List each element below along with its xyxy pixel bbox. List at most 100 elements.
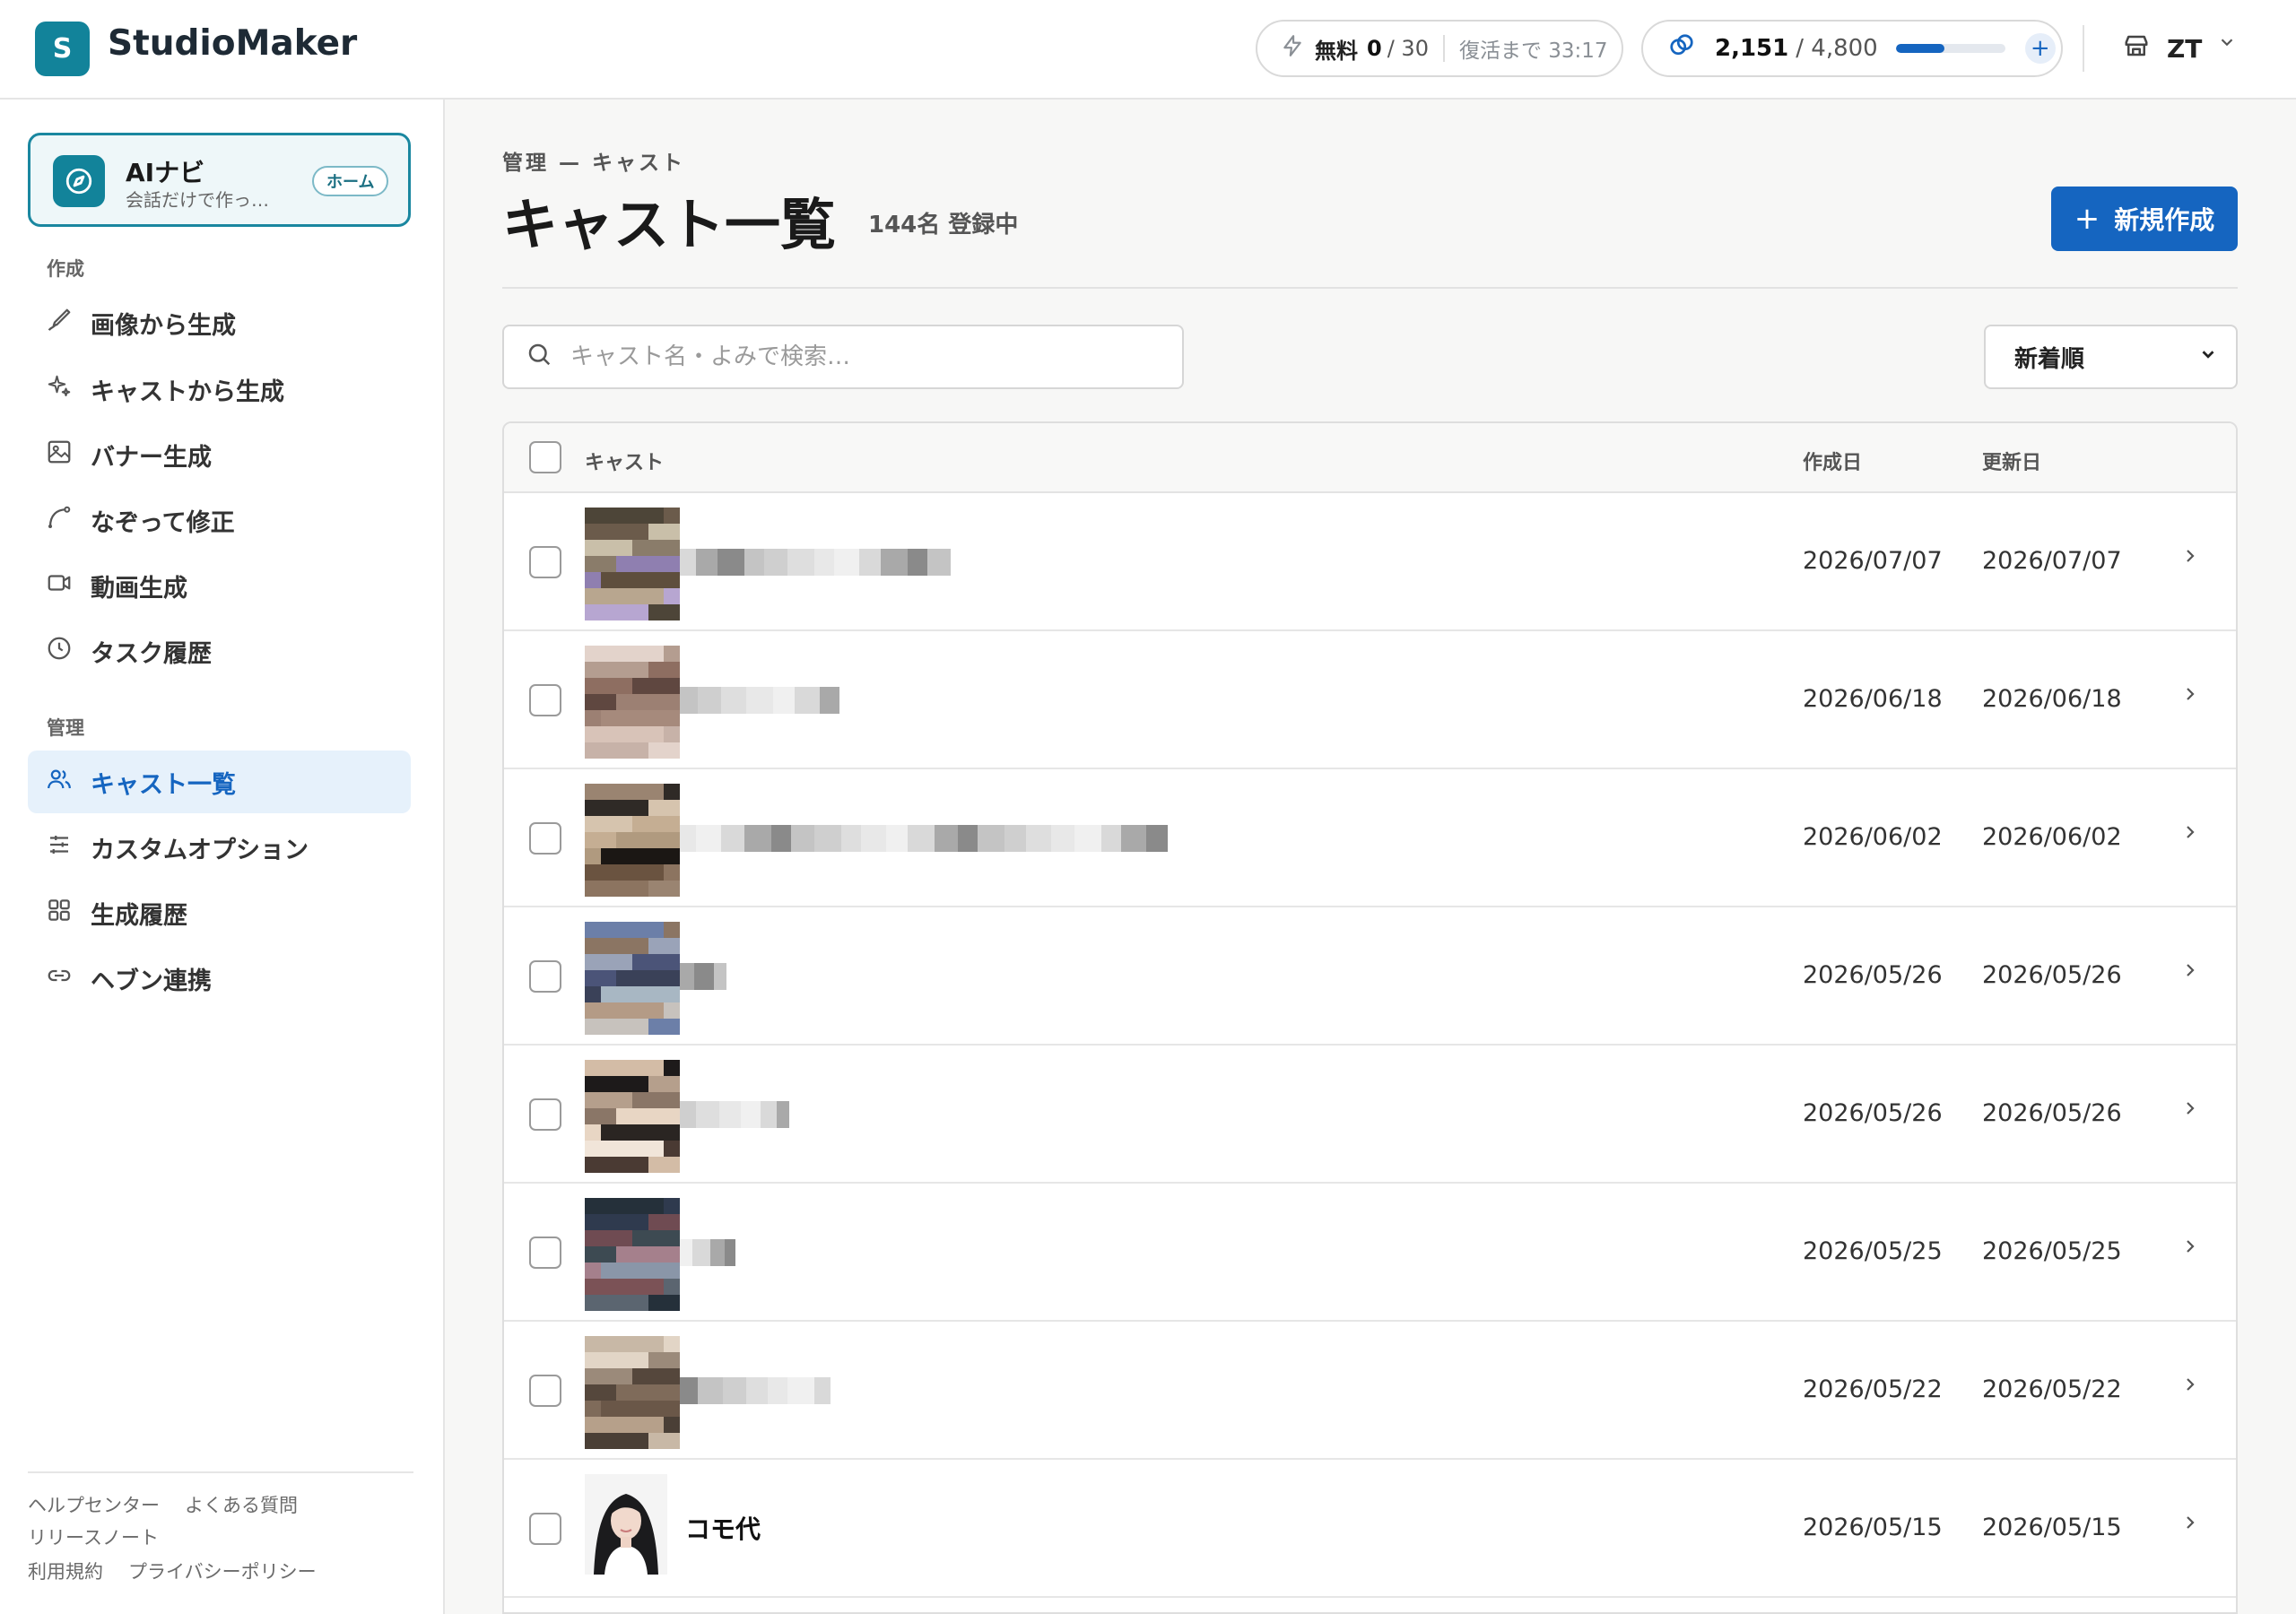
created-date: 2026/05/26 bbox=[1803, 961, 1943, 989]
chevron-right-icon[interactable] bbox=[2179, 956, 2201, 992]
chevron-right-icon[interactable] bbox=[2179, 1508, 2201, 1544]
cast-thumbnail bbox=[585, 508, 680, 620]
search-field[interactable] bbox=[502, 325, 1184, 389]
table-row[interactable]: 2026/05/25 2026/05/25 bbox=[504, 1184, 2236, 1322]
select-all-checkbox[interactable] bbox=[529, 441, 561, 473]
cast-name-obscured bbox=[680, 1101, 789, 1128]
clock-icon bbox=[28, 635, 91, 668]
updated-date: 2026/06/18 bbox=[1982, 685, 2122, 713]
free-total: / 30 bbox=[1387, 36, 1429, 61]
user-name[interactable]: ZT bbox=[2167, 34, 2202, 64]
sidebar-item-cast-list[interactable]: キャスト一覧 bbox=[28, 751, 411, 813]
footer-links-row-2: リリースノート bbox=[28, 1523, 184, 1550]
table-row[interactable]: 2026/05/26 2026/05/26 bbox=[504, 1046, 2236, 1184]
created-date: 2026/05/15 bbox=[1803, 1514, 1943, 1541]
chevron-right-icon[interactable] bbox=[2179, 542, 2201, 577]
column-updated[interactable]: 更新日 bbox=[1982, 447, 2041, 475]
row-checkbox[interactable] bbox=[529, 1237, 561, 1269]
created-date: 2026/05/26 bbox=[1803, 1099, 1943, 1127]
store-icon[interactable] bbox=[2122, 32, 2151, 66]
cast-thumbnail bbox=[585, 1336, 680, 1449]
privacy-link[interactable]: プライバシーポリシー bbox=[128, 1561, 317, 1583]
created-date: 2026/07/07 bbox=[1803, 547, 1943, 575]
search-input[interactable] bbox=[570, 343, 1162, 370]
sidebar-item-cast-generate[interactable]: キャストから生成 bbox=[28, 358, 411, 421]
logo-letter: S bbox=[52, 33, 73, 65]
row-checkbox[interactable] bbox=[529, 546, 561, 578]
row-checkbox[interactable] bbox=[529, 684, 561, 716]
created-date: 2026/05/22 bbox=[1803, 1375, 1943, 1403]
compass-icon bbox=[53, 155, 105, 207]
row-checkbox[interactable] bbox=[529, 1098, 561, 1131]
sidebar-item-video[interactable]: 動画生成 bbox=[28, 554, 411, 617]
sidebar-item-heaven-link[interactable]: ヘブン連携 bbox=[28, 947, 411, 1010]
sidebar-item-gen-history[interactable]: 生成履歴 bbox=[28, 881, 411, 944]
table-header: キャスト 作成日 更新日 bbox=[504, 423, 2236, 493]
brush-icon bbox=[28, 307, 91, 340]
credit-current: 2,151 bbox=[1715, 35, 1789, 62]
divider bbox=[1442, 35, 1445, 62]
coins-icon bbox=[1668, 32, 1695, 65]
cast-count: 144名 登録中 bbox=[868, 212, 1019, 239]
new-cast-label: 新規作成 bbox=[2114, 205, 2215, 235]
column-created[interactable]: 作成日 bbox=[1803, 447, 1862, 475]
footer-links-row-1: ヘルプセンター よくある質問 bbox=[28, 1491, 323, 1518]
column-cast[interactable]: キャスト bbox=[585, 447, 664, 475]
ai-navi-title: AIナビ bbox=[126, 158, 205, 187]
users-icon bbox=[28, 766, 91, 799]
faq-link[interactable]: よくある質問 bbox=[185, 1495, 298, 1516]
updated-date: 2026/07/07 bbox=[1982, 547, 2122, 575]
sort-select[interactable]: 新着順 bbox=[1984, 325, 2238, 389]
sidebar-item-image-generate[interactable]: 画像から生成 bbox=[28, 291, 411, 354]
ai-navi-card[interactable]: AIナビ 会話だけで作っ… ホーム bbox=[28, 133, 411, 227]
credit-progress-fill bbox=[1895, 44, 1945, 53]
table-row[interactable]: 2026/05/26 2026/05/26 bbox=[504, 907, 2236, 1046]
sidebar-item-custom-options[interactable]: カスタムオプション bbox=[28, 816, 411, 879]
section-manage: 管理 bbox=[47, 717, 84, 739]
sidebar-item-label: 生成履歴 bbox=[91, 901, 187, 930]
free-quota-pill[interactable]: 無料 0 / 30 復活まで 33:17 bbox=[1256, 20, 1623, 77]
new-cast-button[interactable]: + 新規作成 bbox=[2051, 187, 2238, 251]
sidebar-item-label: 画像から生成 bbox=[91, 311, 236, 340]
updated-date: 2026/05/25 bbox=[1982, 1237, 2122, 1265]
table-row[interactable]: 2026/05/22 2026/05/22 bbox=[504, 1322, 2236, 1460]
sidebar-item-label: なぞって修正 bbox=[91, 508, 235, 537]
chevron-right-icon[interactable] bbox=[2179, 818, 2201, 854]
table-row[interactable]: 2026/06/02 2026/06/02 bbox=[504, 769, 2236, 907]
brand-name[interactable]: StudioMaker bbox=[108, 23, 357, 64]
cast-thumbnail bbox=[585, 784, 680, 897]
cast-thumbnail bbox=[585, 922, 680, 1035]
chevron-right-icon[interactable] bbox=[2179, 1232, 2201, 1268]
sparkle-icon bbox=[28, 373, 91, 406]
cast-thumbnail bbox=[585, 1198, 680, 1311]
table-row[interactable]: コモ代 2026/05/15 2026/05/15 bbox=[504, 1460, 2236, 1598]
table-row[interactable]: 2026/07/07 2026/07/07 bbox=[504, 493, 2236, 631]
table-row[interactable]: 2026/06/18 2026/06/18 bbox=[504, 631, 2236, 769]
recover-timer: 復活まで 33:17 bbox=[1458, 39, 1608, 63]
terms-link[interactable]: 利用規約 bbox=[28, 1561, 103, 1583]
chevron-down-icon[interactable] bbox=[2217, 32, 2237, 57]
sidebar-item-label: タスク履歴 bbox=[91, 639, 212, 668]
credit-pill[interactable]: 2,151 / 4,800 + bbox=[1641, 20, 2063, 77]
row-checkbox[interactable] bbox=[529, 822, 561, 855]
chevron-right-icon[interactable] bbox=[2179, 1094, 2201, 1130]
chevron-right-icon[interactable] bbox=[2179, 680, 2201, 716]
add-credit-button[interactable]: + bbox=[2024, 33, 2056, 64]
link-icon bbox=[28, 962, 91, 995]
row-checkbox[interactable] bbox=[529, 1513, 561, 1545]
sidebar-item-label: カスタムオプション bbox=[91, 836, 309, 864]
release-notes-link[interactable]: リリースノート bbox=[28, 1527, 159, 1549]
app-logo[interactable]: S bbox=[35, 22, 90, 76]
sidebar-item-task-history[interactable]: タスク履歴 bbox=[28, 620, 411, 682]
sidebar-item-banner[interactable]: バナー生成 bbox=[28, 423, 411, 486]
home-badge[interactable]: ホーム bbox=[312, 166, 389, 196]
help-center-link[interactable]: ヘルプセンター bbox=[28, 1495, 160, 1516]
chevron-right-icon[interactable] bbox=[2179, 1370, 2201, 1406]
sidebar-item-trace-fix[interactable]: なぞって修正 bbox=[28, 489, 411, 551]
search-icon bbox=[526, 341, 552, 374]
row-checkbox[interactable] bbox=[529, 1375, 561, 1407]
row-checkbox[interactable] bbox=[529, 960, 561, 993]
cast-name[interactable]: コモ代 bbox=[685, 1510, 761, 1546]
sidebar-item-label: キャストから生成 bbox=[91, 377, 284, 406]
updated-date: 2026/05/22 bbox=[1982, 1375, 2122, 1403]
